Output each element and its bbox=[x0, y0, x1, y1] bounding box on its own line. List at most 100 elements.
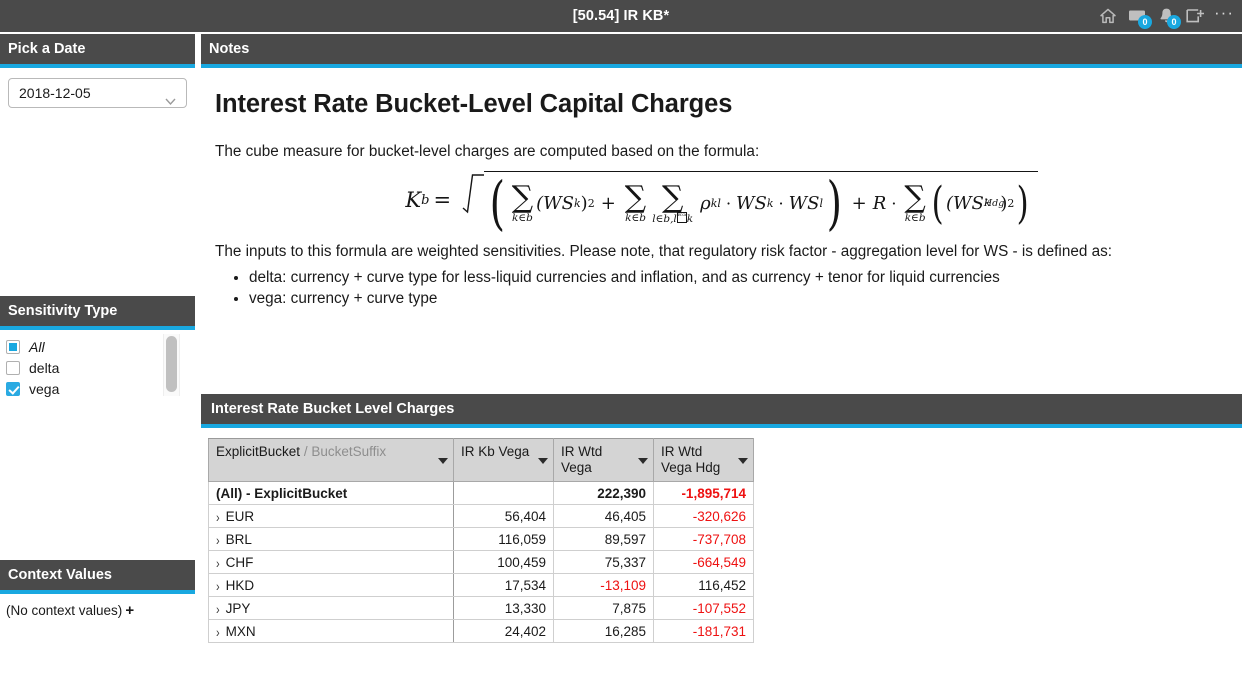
add-context-value-button[interactable]: + bbox=[125, 602, 134, 619]
cell-ir-wtd-vega: -13,109 bbox=[553, 573, 654, 597]
page-title: Interest Rate Bucket-Level Capital Charg… bbox=[215, 90, 733, 118]
table-row[interactable]: › EUR 56,404 46,405 -320,626 bbox=[208, 504, 754, 528]
formula-term1-body: (WS bbox=[536, 193, 574, 214]
row-label-cell[interactable]: › CHF bbox=[208, 550, 454, 574]
charges-table: ExplicitBucket / BucketSuffix IR Kb Vega bbox=[208, 438, 754, 643]
expand-arrow-icon[interactable]: › bbox=[216, 625, 220, 640]
table-row[interactable]: › CHF 100,459 75,337 -664,549 bbox=[208, 550, 754, 574]
column-header-ir-kb-vega-label: IR Kb Vega bbox=[461, 444, 530, 459]
row-label: HKD bbox=[225, 577, 255, 593]
add-panel-icon[interactable] bbox=[1185, 6, 1205, 26]
formula-sum-2a: ∑ k∈b bbox=[625, 183, 646, 225]
formula-sum-2a-limit: k∈b bbox=[625, 212, 646, 224]
checkbox-delta[interactable] bbox=[6, 360, 20, 375]
sidebar: Pick a Date 2018-12-05 Sensitivity Type … bbox=[0, 34, 195, 690]
formula-sum-2b-limit: l∈b,l E0 26 k bbox=[652, 211, 693, 225]
row-label-cell[interactable]: › EUR bbox=[208, 504, 454, 528]
row-label-cell[interactable]: › BRL bbox=[208, 527, 454, 551]
cell-ir-kb-vega: 56,404 bbox=[453, 504, 554, 528]
formula-close-paren: ) bbox=[826, 168, 843, 237]
expand-arrow-icon[interactable]: › bbox=[216, 533, 220, 548]
cell-ir-wtd-vega-hdg: -181,731 bbox=[653, 619, 754, 643]
formula-plus-2: + bbox=[851, 193, 867, 214]
square-root-icon bbox=[462, 171, 485, 229]
formula-plus-1: + bbox=[600, 193, 616, 214]
checkbox-all[interactable] bbox=[6, 339, 20, 354]
column-header-ir-kb-vega[interactable]: IR Kb Vega bbox=[453, 438, 554, 482]
formula-sum-2b-limit-pre: l∈b,l bbox=[652, 212, 677, 225]
table-header-row: ExplicitBucket / BucketSuffix IR Kb Vega bbox=[208, 438, 754, 482]
formula-term3-tail: ) bbox=[1000, 193, 1008, 214]
formula-ws-k: WS bbox=[736, 193, 767, 214]
list-item: vega: currency + curve type bbox=[249, 290, 1234, 308]
cell-ir-wtd-vega: 89,597 bbox=[553, 527, 654, 551]
scrollbar-thumb[interactable] bbox=[166, 336, 177, 392]
formula-rho-sub: kl bbox=[710, 197, 721, 210]
row-label-cell[interactable]: › HKD bbox=[208, 573, 454, 597]
summation-icon: ∑ bbox=[661, 179, 684, 215]
list-item: delta: currency + curve type for less-li… bbox=[249, 269, 1234, 287]
table-row[interactable]: › BRL 116,059 89,597 -737,708 bbox=[208, 527, 754, 551]
title-bar: [50.54] IR KB* 0 0 ··· bbox=[0, 0, 1242, 32]
cell-ir-kb-vega bbox=[453, 481, 554, 505]
row-label: (All) - ExplicitBucket bbox=[208, 481, 454, 505]
formula-term1-sub: k bbox=[574, 197, 581, 210]
formula-open-paren-2: ( bbox=[931, 177, 944, 229]
cell-ir-kb-vega: 13,330 bbox=[453, 596, 554, 620]
expand-arrow-icon[interactable]: › bbox=[216, 579, 220, 594]
sensitivity-option-delta-label: delta bbox=[29, 359, 60, 376]
formula-sum-1: ∑ k∈b bbox=[512, 183, 533, 225]
cell-ir-wtd-vega: 46,405 bbox=[553, 504, 654, 528]
sensitivity-list-scrollbar[interactable] bbox=[163, 334, 180, 396]
cell-ir-wtd-vega-hdg: -107,552 bbox=[653, 596, 754, 620]
formula-rho: ρ bbox=[700, 193, 711, 214]
row-label: MXN bbox=[225, 623, 256, 639]
charges-header: Interest Rate Bucket Level Charges bbox=[201, 394, 1242, 424]
cell-ir-wtd-vega-hdg: 116,452 bbox=[653, 573, 754, 597]
missing-glyph-code: E0 26 bbox=[677, 211, 687, 217]
cell-ir-kb-vega: 17,534 bbox=[453, 573, 554, 597]
column-header-explicitbucket-label: ExplicitBucket bbox=[216, 444, 301, 459]
summation-icon: ∑ bbox=[904, 180, 926, 215]
notes-header: Notes bbox=[201, 34, 1242, 64]
formula-ws-l-sub: l bbox=[819, 197, 824, 210]
date-select[interactable]: 2018-12-05 bbox=[8, 78, 187, 108]
overflow-menu-icon[interactable]: ··· bbox=[1214, 3, 1234, 30]
note-paragraph: The inputs to this formula are weighted … bbox=[215, 243, 1113, 260]
chevron-down-icon[interactable] bbox=[738, 458, 748, 464]
formula-dot-2: · bbox=[778, 194, 784, 213]
row-label-cell[interactable]: › MXN bbox=[208, 619, 454, 643]
checkbox-vega[interactable] bbox=[6, 381, 20, 396]
column-header-ir-wtd-vega-hdg[interactable]: IR Wtd Vega Hdg bbox=[653, 438, 754, 482]
column-header-explicitbucket[interactable]: ExplicitBucket / BucketSuffix bbox=[208, 438, 454, 482]
definition-list: delta: currency + curve type for less-li… bbox=[215, 269, 1234, 308]
row-label: BRL bbox=[225, 531, 252, 547]
title-bar-actions: 0 0 ··· bbox=[1098, 0, 1234, 32]
expand-arrow-icon[interactable]: › bbox=[216, 556, 220, 571]
formula-term3-sub: k bbox=[984, 198, 991, 209]
chevron-down-icon[interactable] bbox=[638, 458, 648, 464]
table-row[interactable]: › HKD 17,534 -13,109 116,452 bbox=[208, 573, 754, 597]
expand-arrow-icon[interactable]: › bbox=[216, 602, 220, 617]
formula-sum-3-limit: k∈b bbox=[904, 212, 926, 224]
context-values-empty-text: (No context values) bbox=[6, 603, 123, 618]
chevron-down-icon[interactable] bbox=[538, 458, 548, 464]
home-icon[interactable] bbox=[1098, 6, 1118, 26]
chevron-down-icon[interactable] bbox=[438, 458, 448, 464]
expand-arrow-icon[interactable]: › bbox=[216, 510, 220, 525]
column-header-ir-wtd-vega[interactable]: IR Wtd Vega bbox=[553, 438, 654, 482]
charges-widget: Interest Rate Bucket Level Charges Expli… bbox=[201, 394, 1242, 643]
pick-a-date-header: Pick a Date bbox=[0, 34, 195, 64]
row-label-cell[interactable]: › JPY bbox=[208, 596, 454, 620]
formula-equals: = bbox=[433, 188, 452, 212]
table-row[interactable]: › MXN 24,402 16,285 -181,731 bbox=[208, 619, 754, 643]
pick-a-date-body: 2018-12-05 bbox=[0, 68, 195, 108]
table-row[interactable]: › JPY 13,330 7,875 -107,552 bbox=[208, 596, 754, 620]
table-row[interactable]: (All) - ExplicitBucket 222,390 -1,895,71… bbox=[208, 481, 754, 505]
notifications-bell-icon[interactable]: 0 bbox=[1156, 6, 1181, 29]
messages-icon[interactable]: 0 bbox=[1127, 6, 1152, 29]
cell-ir-wtd-vega: 16,285 bbox=[553, 619, 654, 643]
cell-ir-wtd-vega-hdg: -320,626 bbox=[653, 504, 754, 528]
formula-ws-l: WS bbox=[788, 193, 820, 214]
sensitivity-type-header: Sensitivity Type bbox=[0, 296, 195, 326]
